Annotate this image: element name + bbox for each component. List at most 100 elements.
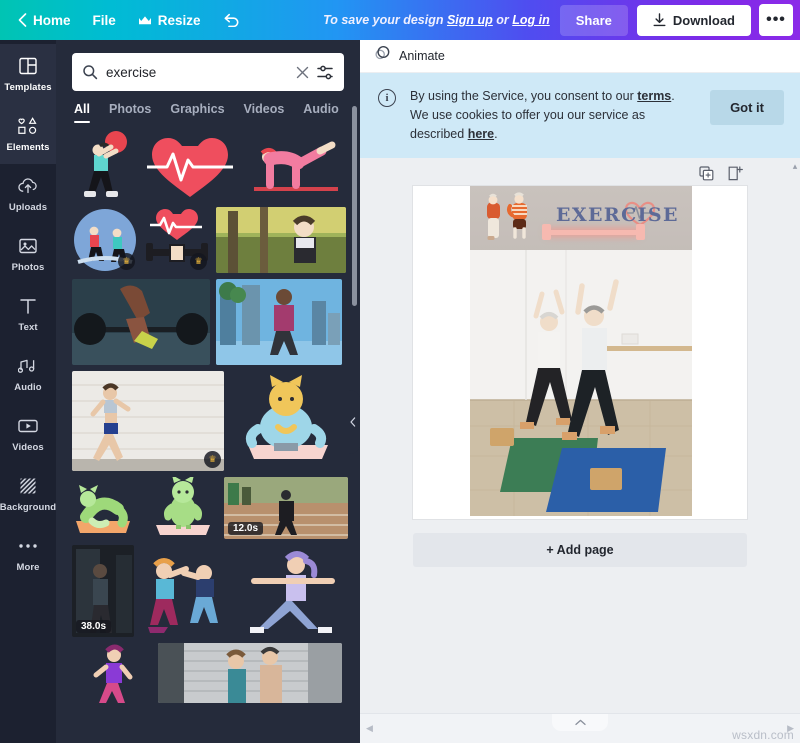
search-results-grid[interactable]: ♛♛♛12.0s38.0s bbox=[56, 123, 360, 743]
ellipsis-icon bbox=[18, 535, 38, 557]
file-label: File bbox=[93, 13, 116, 28]
canva-editor-window: Home File Resize To save your design Sig… bbox=[0, 0, 800, 743]
result-row bbox=[72, 643, 344, 703]
duplicate-page-icon[interactable] bbox=[699, 166, 714, 181]
back-home-button[interactable]: Home bbox=[7, 7, 82, 34]
result-row: ♛ bbox=[72, 371, 344, 471]
panel-collapse-handle[interactable] bbox=[345, 390, 360, 454]
home-label: Home bbox=[33, 13, 71, 28]
premium-crown-badge: ♛ bbox=[118, 253, 135, 270]
or-text: or bbox=[493, 13, 512, 27]
sidebar-item-more[interactable]: More bbox=[0, 524, 56, 584]
sidebar-label-more: More bbox=[16, 562, 39, 573]
woman-gym-dark-video[interactable]: 38.0s bbox=[72, 545, 134, 637]
search-box[interactable] bbox=[72, 53, 344, 91]
woman-jogging-purple-graphic[interactable] bbox=[72, 643, 152, 703]
save-design-note: To save your design Sign up or Log in bbox=[323, 13, 550, 27]
cookie-text-1: By using the Service, you consent to our bbox=[410, 89, 637, 103]
green-cat-yoga-pose-graphic[interactable] bbox=[72, 477, 142, 539]
design-neon-knob-right bbox=[636, 224, 645, 240]
tab-all[interactable]: All bbox=[74, 102, 90, 123]
here-link[interactable]: here bbox=[468, 127, 494, 141]
cookie-consent-banner: i By using the Service, you consent to o… bbox=[360, 73, 800, 158]
tab-audio[interactable]: Audio bbox=[303, 102, 338, 123]
terms-link[interactable]: terms bbox=[637, 89, 671, 103]
result-row bbox=[72, 129, 344, 201]
sidebar-item-text[interactable]: Text bbox=[0, 284, 56, 344]
sidebar-item-templates[interactable]: Templates bbox=[0, 44, 56, 104]
tab-photos[interactable]: Photos bbox=[109, 102, 151, 123]
sliders-filter-icon[interactable] bbox=[317, 65, 334, 80]
green-cat-standing-graphic[interactable] bbox=[148, 477, 218, 539]
canvas-scroll-up-icon[interactable]: ▴ bbox=[792, 160, 798, 172]
share-button[interactable]: Share bbox=[560, 5, 628, 36]
woman-running-wall-photo[interactable]: ♛ bbox=[72, 371, 224, 471]
woman-warrior-pose-graphic[interactable] bbox=[240, 545, 344, 637]
upload-cloud-icon bbox=[17, 175, 39, 197]
photo-icon bbox=[18, 235, 38, 257]
sidebar-label-videos: Videos bbox=[12, 442, 44, 453]
woman-stretching-ball-graphic[interactable] bbox=[72, 129, 138, 201]
man-jumping-track-video[interactable]: 12.0s bbox=[224, 477, 348, 539]
sidebar-item-audio[interactable]: Audio bbox=[0, 344, 56, 404]
download-arrow-icon bbox=[653, 13, 666, 27]
resize-label: Resize bbox=[158, 13, 201, 28]
sidebar-item-uploads[interactable]: Uploads bbox=[0, 164, 56, 224]
resize-button[interactable]: Resize bbox=[127, 7, 212, 34]
result-row bbox=[72, 279, 344, 365]
scroll-left-arrow-icon[interactable]: ◀ bbox=[360, 723, 379, 734]
design-header-strip: EXERCISE bbox=[470, 186, 692, 254]
cookie-consent-text: By using the Service, you consent to our… bbox=[410, 87, 696, 144]
tab-graphics[interactable]: Graphics bbox=[170, 102, 224, 123]
sidebar-item-videos[interactable]: Videos bbox=[0, 404, 56, 464]
download-button[interactable]: Download bbox=[637, 5, 751, 36]
sign-up-link[interactable]: Sign up bbox=[447, 13, 493, 27]
barbell-deadlift-photo[interactable] bbox=[72, 279, 210, 365]
woman-jogging-forest-photo[interactable] bbox=[216, 207, 346, 273]
sidebar-item-elements[interactable]: Elements bbox=[0, 104, 56, 164]
result-row: 12.0s bbox=[72, 477, 344, 539]
close-x-icon[interactable] bbox=[296, 66, 309, 79]
add-page-button[interactable]: + Add page bbox=[413, 533, 747, 567]
sidebar-item-photos[interactable]: Photos bbox=[0, 224, 56, 284]
cat-yoga-meditation-graphic[interactable] bbox=[230, 371, 342, 471]
result-row: ♛♛ bbox=[72, 207, 344, 273]
expand-timeline-handle[interactable] bbox=[552, 714, 608, 731]
undo-button[interactable] bbox=[212, 7, 251, 33]
sidebar-item-background[interactable]: Background bbox=[0, 464, 56, 524]
dumbbell-heart-fitness-graphic[interactable]: ♛ bbox=[144, 207, 210, 273]
woman-kneeling-leg-raise-graphic[interactable] bbox=[242, 129, 346, 201]
yoga-photo bbox=[470, 250, 692, 516]
design-editor: Animate i By using the Service, you cons… bbox=[360, 40, 800, 743]
top-toolbar: Home File Resize To save your design Sig… bbox=[0, 0, 800, 40]
panel-scrollbar[interactable] bbox=[352, 106, 357, 306]
save-prefix-text: To save your design bbox=[323, 13, 447, 27]
sidebar-label-templates: Templates bbox=[4, 82, 51, 93]
heart-pulse-graphic[interactable] bbox=[144, 129, 236, 201]
animate-label: Animate bbox=[399, 49, 445, 63]
premium-crown-badge: ♛ bbox=[190, 253, 207, 270]
couple-workout-circle-graphic[interactable]: ♛ bbox=[72, 207, 138, 273]
design-neon-knob-left bbox=[542, 224, 551, 240]
design-page-1[interactable]: EXERCISE bbox=[413, 186, 747, 519]
man-exercising-city-photo[interactable] bbox=[216, 279, 342, 365]
got-it-button[interactable]: Got it bbox=[710, 90, 784, 125]
crown-icon bbox=[138, 15, 152, 26]
watermark: wsxdn.com bbox=[732, 728, 794, 742]
search-input[interactable] bbox=[106, 65, 288, 80]
canvas-area[interactable]: ▴ bbox=[360, 158, 800, 713]
sidebar-label-audio: Audio bbox=[14, 382, 41, 393]
tab-videos[interactable]: Videos bbox=[244, 102, 285, 123]
left-sidebar: Templates Elements Uploads bbox=[0, 40, 56, 743]
add-page-icon[interactable] bbox=[728, 166, 743, 181]
two-people-stretching-graphic[interactable] bbox=[140, 545, 234, 637]
log-in-link[interactable]: Log in bbox=[512, 13, 550, 27]
sidebar-label-uploads: Uploads bbox=[9, 202, 47, 213]
more-options-button[interactable]: ••• bbox=[759, 4, 793, 36]
couple-dumbbell-gym-photo[interactable] bbox=[158, 643, 342, 703]
magnifier-icon bbox=[82, 64, 98, 80]
sidebar-label-background: Background bbox=[0, 502, 56, 513]
text-t-icon bbox=[19, 295, 37, 317]
file-menu-button[interactable]: File bbox=[82, 7, 127, 34]
animate-circles-icon bbox=[374, 45, 391, 67]
